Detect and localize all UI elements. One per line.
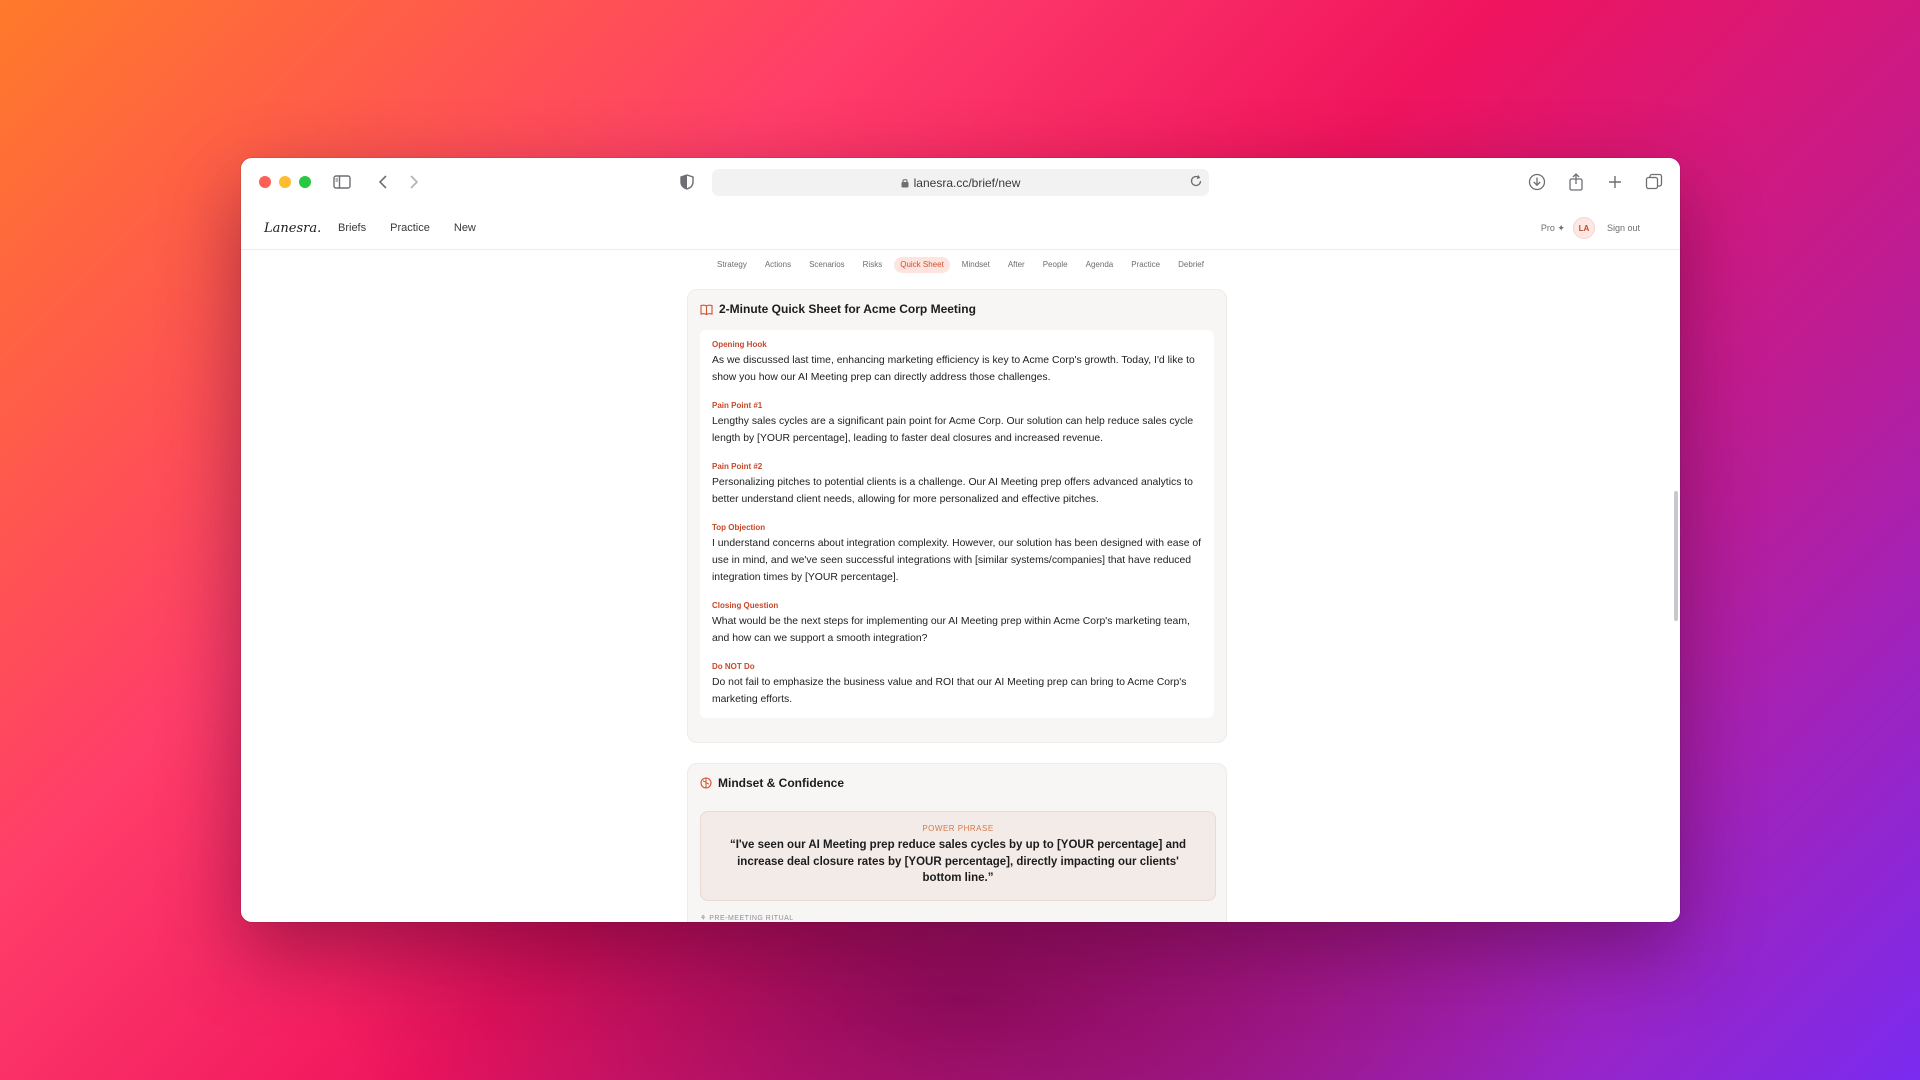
- quick-sheet-header: 2-Minute Quick Sheet for Acme Corp Meeti…: [700, 302, 976, 316]
- section-text: What would be the next steps for impleme…: [712, 616, 1190, 644]
- app-header: Lanesra. Briefs Practice New Pro ✦ LA Si…: [241, 208, 1680, 250]
- sign-out-link[interactable]: Sign out: [1607, 223, 1640, 233]
- section-label: Do NOT Do: [712, 662, 755, 671]
- section-text: I understand concerns about integration …: [712, 538, 1202, 583]
- reload-icon[interactable]: [1189, 174, 1203, 188]
- nav-practice[interactable]: Practice: [390, 222, 430, 234]
- brain-icon: [700, 777, 712, 789]
- section-label: Top Objection: [712, 523, 766, 532]
- tab-overview-icon[interactable]: [1643, 171, 1665, 193]
- downloads-icon[interactable]: [1526, 171, 1548, 193]
- address-bar[interactable]: lanesra.cc/brief/new: [712, 169, 1209, 196]
- main-nav: Briefs Practice New: [338, 222, 476, 234]
- avatar[interactable]: LA: [1572, 217, 1595, 239]
- book-icon: [700, 304, 713, 315]
- pre-meeting-ritual-label: ⚘ PRE-MEETING RITUAL: [700, 915, 794, 922]
- nav-new[interactable]: New: [454, 222, 476, 234]
- new-tab-icon[interactable]: [1604, 171, 1626, 193]
- zoom-window-button[interactable]: [299, 176, 311, 188]
- tab-quick-sheet[interactable]: Quick Sheet: [894, 257, 950, 273]
- power-phrase-text: “I've seen our AI Meeting prep reduce sa…: [729, 839, 1187, 884]
- list-item: Closing Question What would be the next …: [712, 601, 1202, 647]
- page-scrollbar[interactable]: [1674, 491, 1678, 621]
- tab-strategy[interactable]: Strategy: [711, 257, 753, 273]
- tab-scenarios[interactable]: Scenarios: [803, 257, 851, 273]
- tab-people[interactable]: People: [1037, 257, 1074, 273]
- section-text: Do not fail to emphasize the business va…: [712, 677, 1187, 705]
- tab-debrief[interactable]: Debrief: [1172, 257, 1210, 273]
- quick-sheet-title: 2-Minute Quick Sheet for Acme Corp Meeti…: [719, 302, 976, 316]
- app-logo[interactable]: Lanesra.: [264, 221, 321, 236]
- list-item: Top Objection I understand concerns abou…: [712, 523, 1202, 586]
- browser-window: lanesra.cc/brief/new Lanesra. Briefs Pra…: [241, 158, 1680, 922]
- browser-toolbar: lanesra.cc/brief/new: [241, 158, 1680, 208]
- privacy-shield-icon[interactable]: [676, 171, 698, 193]
- tab-agenda[interactable]: Agenda: [1080, 257, 1120, 273]
- nav-briefs[interactable]: Briefs: [338, 222, 366, 234]
- section-text: As we discussed last time, enhancing mar…: [712, 355, 1195, 383]
- tab-risks[interactable]: Risks: [857, 257, 889, 273]
- lock-icon: [901, 178, 909, 188]
- list-item: Opening Hook As we discussed last time, …: [712, 340, 1202, 386]
- account-area: Pro ✦ LA Sign out: [1541, 217, 1640, 239]
- quick-sheet-card: 2-Minute Quick Sheet for Acme Corp Meeti…: [687, 289, 1227, 743]
- list-item: Do NOT Do Do not fail to emphasize the b…: [712, 662, 1202, 708]
- tab-mindset[interactable]: Mindset: [956, 257, 996, 273]
- page-content: Strategy Actions Scenarios Risks Quick S…: [241, 251, 1680, 922]
- tab-practice[interactable]: Practice: [1125, 257, 1166, 273]
- share-icon[interactable]: [1565, 171, 1587, 193]
- plan-badge: Pro ✦: [1540, 222, 1565, 233]
- forward-icon[interactable]: [403, 171, 425, 193]
- mindset-title: Mindset & Confidence: [718, 776, 845, 790]
- section-label: Closing Question: [712, 601, 779, 610]
- minimize-window-button[interactable]: [279, 176, 291, 188]
- tab-actions[interactable]: Actions: [759, 257, 797, 273]
- section-text: Lengthy sales cycles are a significant p…: [712, 416, 1194, 444]
- section-label: Pain Point #2: [712, 462, 763, 471]
- section-label: Pain Point #1: [712, 401, 763, 410]
- back-icon[interactable]: [372, 171, 394, 193]
- mindset-header: Mindset & Confidence: [700, 776, 844, 790]
- quick-sheet-body: Opening Hook As we discussed last time, …: [700, 330, 1214, 718]
- list-item: Pain Point #1 Lengthy sales cycles are a…: [712, 401, 1202, 447]
- sidebar-toggle-icon[interactable]: [331, 171, 353, 193]
- mindset-card: Mindset & Confidence POWER PHRASE “I've …: [687, 763, 1227, 922]
- power-phrase-label: POWER PHRASE: [922, 824, 994, 833]
- section-label: Opening Hook: [712, 340, 767, 349]
- url-text: lanesra.cc/brief/new: [913, 175, 1021, 190]
- close-window-button[interactable]: [259, 176, 271, 188]
- list-item: Pain Point #2 Personalizing pitches to p…: [712, 462, 1202, 508]
- section-tabs: Strategy Actions Scenarios Risks Quick S…: [241, 251, 1680, 273]
- tab-after[interactable]: After: [1002, 257, 1031, 273]
- power-phrase-box: POWER PHRASE “I've seen our AI Meeting p…: [700, 811, 1216, 901]
- section-text: Personalizing pitches to potential clien…: [712, 477, 1193, 505]
